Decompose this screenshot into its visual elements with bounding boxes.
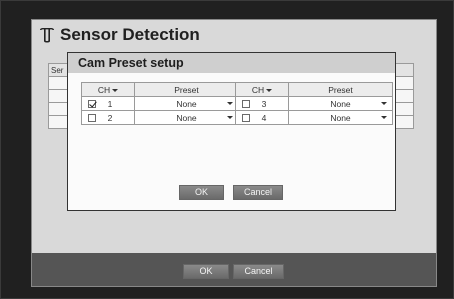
preset-value: None [330, 112, 351, 123]
preset-select-4[interactable]: None [288, 110, 393, 125]
chevron-down-icon [112, 88, 119, 92]
cancel-button[interactable]: Cancel [233, 264, 284, 279]
dialog-title: Cam Preset setup [68, 53, 395, 73]
preset-select-2[interactable]: None [134, 110, 239, 125]
channel-number: 4 [261, 112, 267, 123]
chevron-down-icon [381, 102, 387, 105]
bottom-button-bar: OK Cancel [32, 253, 436, 286]
channel-number: 2 [107, 112, 113, 123]
preset-column-header: Preset [288, 82, 393, 97]
channel-3-checkbox[interactable] [242, 99, 250, 108]
table-header-row: CH Preset [235, 82, 393, 97]
channel-2-checkbox[interactable] [88, 113, 96, 122]
ch-column-header[interactable]: CH [235, 82, 289, 97]
table-row: 1 None [81, 96, 239, 111]
chevron-down-icon [266, 88, 273, 92]
page-title: Sensor Detection [60, 25, 200, 44]
chevron-down-icon [227, 116, 233, 119]
channel-4-checkbox[interactable] [242, 113, 250, 122]
channel-number: 1 [107, 98, 113, 109]
preset-value: None [330, 98, 351, 109]
cam-preset-dialog: Cam Preset setup CH Preset 1 None 2 None… [67, 52, 396, 211]
chevron-down-icon [227, 102, 233, 105]
table-row: 4 None [235, 110, 393, 125]
preset-select-1[interactable]: None [134, 96, 239, 111]
ok-button[interactable]: OK [183, 264, 229, 279]
dialog-ok-button[interactable]: OK [179, 185, 224, 200]
preset-select-3[interactable]: None [288, 96, 393, 111]
table-header-row: CH Preset [81, 82, 239, 97]
preset-table-right: CH Preset 3 None 4 None [235, 82, 393, 125]
dialog-cancel-button[interactable]: Cancel [233, 185, 283, 200]
preset-value: None [176, 98, 197, 109]
ch-column-header[interactable]: CH [81, 82, 135, 97]
table-row: 3 None [235, 96, 393, 111]
screen-frame: Sensor Detection Ser 1 2 3 4 OK Cancel C… [0, 0, 454, 299]
channel-1-checkbox[interactable] [88, 99, 96, 108]
preset-column-header: Preset [134, 82, 239, 97]
sensor-icon [40, 28, 54, 43]
preset-value: None [176, 112, 197, 123]
channel-number: 3 [261, 98, 267, 109]
preset-table-left: CH Preset 1 None 2 None [81, 82, 239, 125]
table-row: 2 None [81, 110, 239, 125]
title-bar: Sensor Detection [32, 20, 436, 50]
chevron-down-icon [381, 116, 387, 119]
